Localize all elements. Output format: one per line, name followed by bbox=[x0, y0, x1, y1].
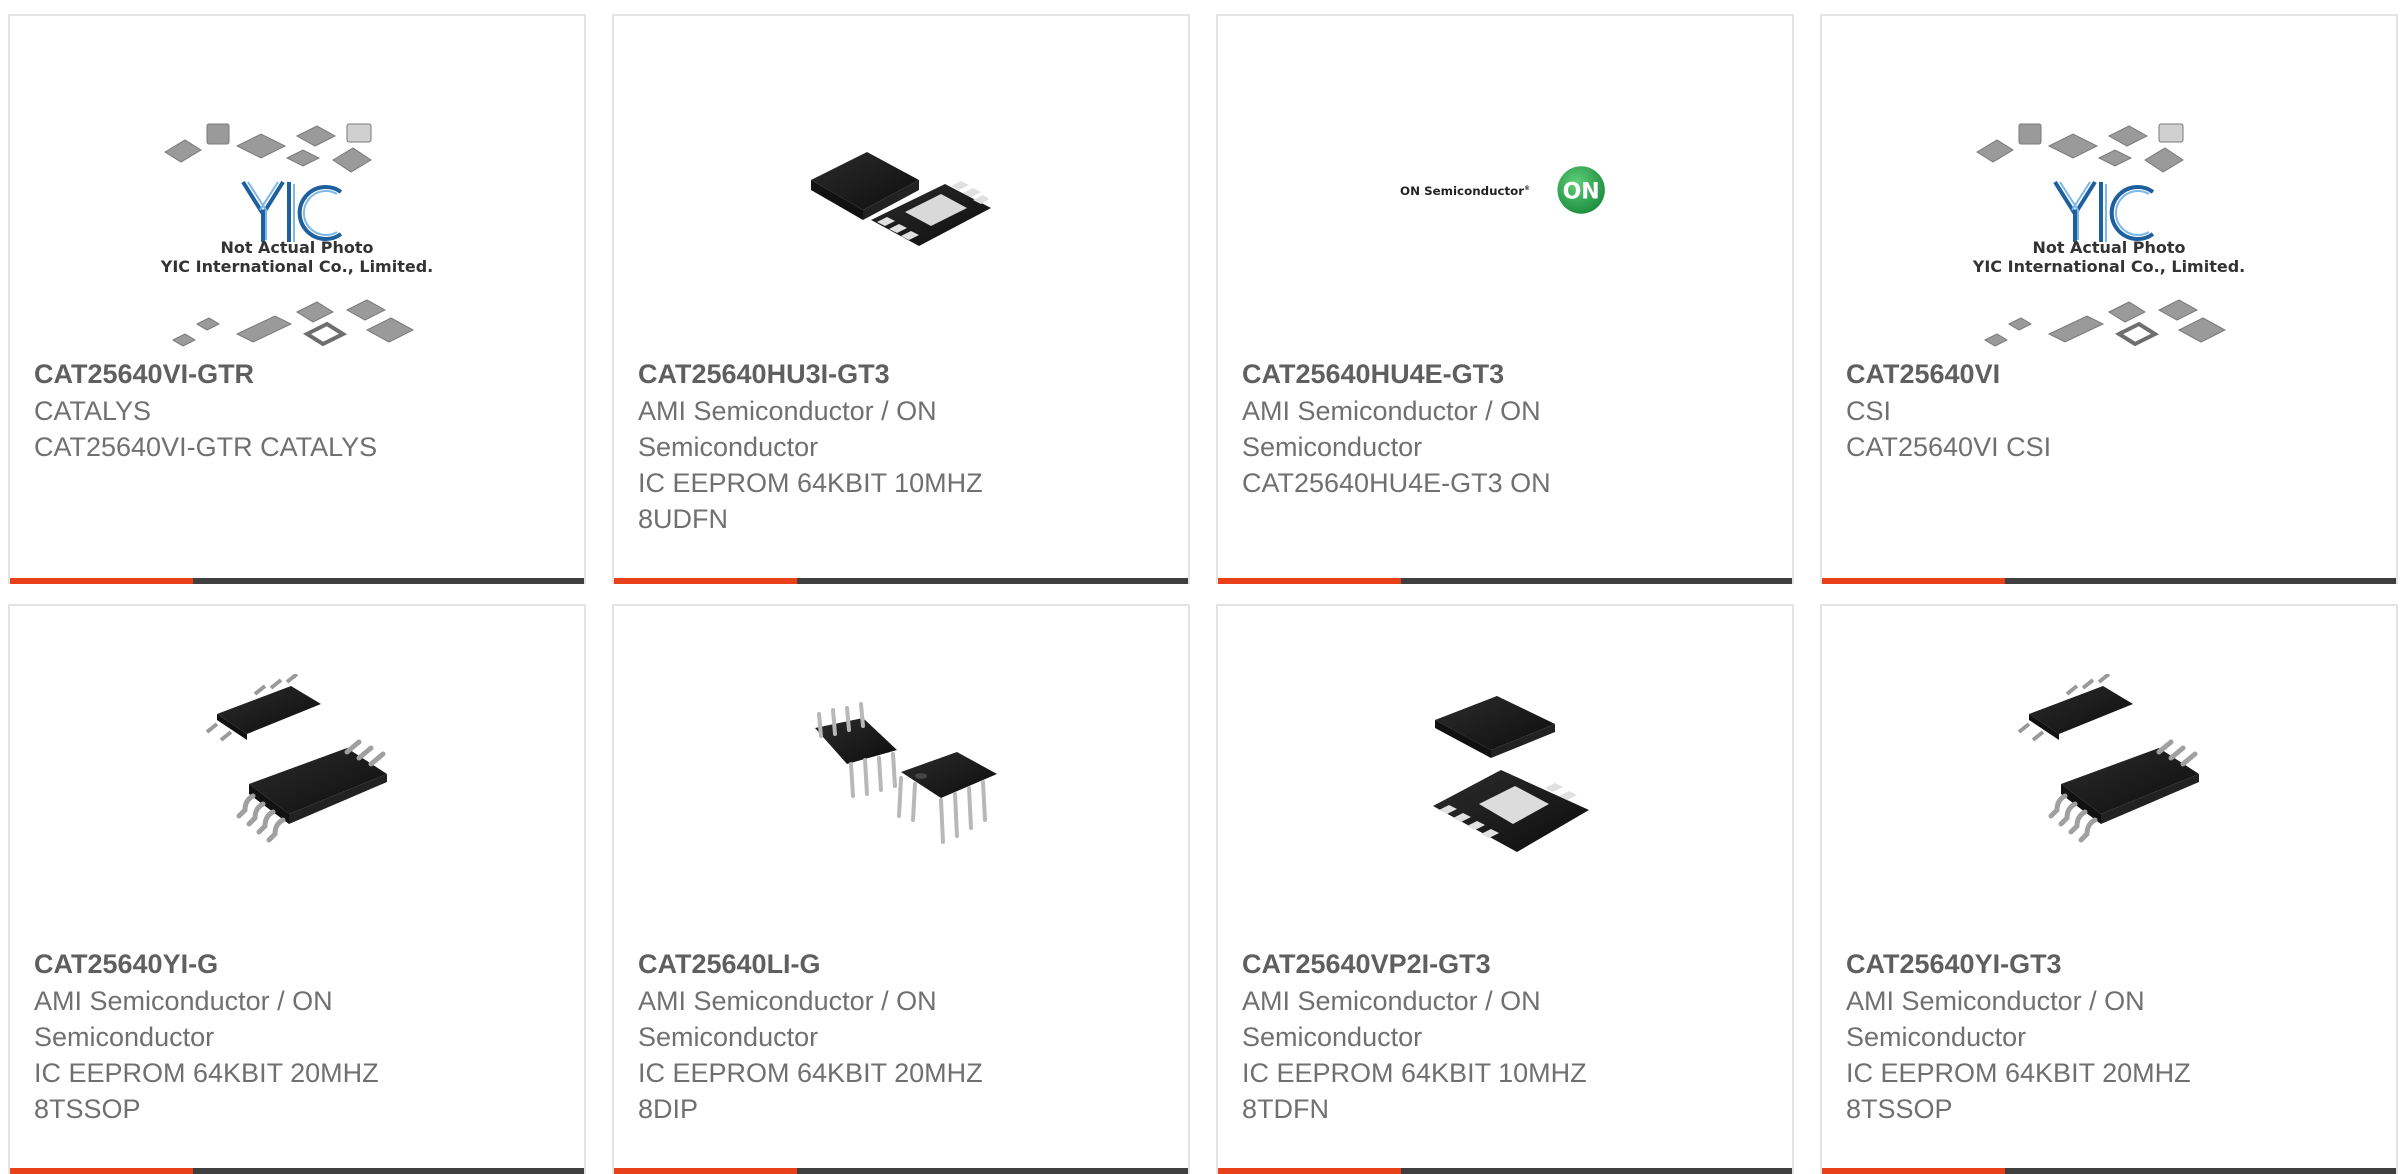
description: CAT25640HU4E-GT3 ON bbox=[1242, 468, 1551, 498]
card-accent-bar bbox=[1218, 578, 1401, 584]
manufacturer: AMI Semiconductor / ON bbox=[638, 396, 937, 426]
product-card[interactable]: CAT25640HU3I-GT3 AMI Semiconductor / ON Se… bbox=[612, 14, 1190, 584]
card-bottom-bar bbox=[1218, 1168, 1792, 1174]
product-card[interactable]: CAT25640YI-GT3 AMI Semiconductor / ON Semi… bbox=[1820, 604, 2398, 1174]
product-info: CAT25640YI-GT3 AMI Semiconductor / ON Semi… bbox=[1846, 946, 2380, 1127]
part-number-link[interactable]: CAT25640HU3I-GT3 bbox=[638, 356, 1172, 393]
card-accent-bar bbox=[10, 578, 193, 584]
placeholder-icon[interactable] bbox=[1969, 102, 2249, 352]
tdfn-chip-icon[interactable] bbox=[1405, 674, 1605, 874]
description: IC EEPROM 64KBIT 20MHZ bbox=[638, 1058, 983, 1088]
product-card[interactable]: Not Actual Photo YIC International Co., L… bbox=[1820, 14, 2398, 584]
manufacturer: CATALYS bbox=[34, 396, 152, 426]
product-card[interactable]: CAT25640HU4E-GT3 AMI Semiconductor / ON Se… bbox=[1216, 14, 1794, 584]
description: IC EEPROM 64KBIT 10MHZ bbox=[1242, 1058, 1587, 1088]
card-bottom-bar bbox=[10, 578, 584, 584]
manufacturer: AMI Semiconductor / ON bbox=[34, 986, 333, 1016]
placeholder-icon[interactable] bbox=[157, 102, 437, 352]
description: IC EEPROM 64KBIT 20MHZ bbox=[1846, 1058, 2191, 1088]
part-number-link[interactable]: CAT25640YI-G bbox=[34, 946, 568, 983]
tssop-chip-icon[interactable] bbox=[2009, 674, 2209, 874]
manufacturer: Semiconductor bbox=[638, 432, 819, 462]
part-number-link[interactable]: CAT25640VI-GTR bbox=[34, 356, 568, 393]
tssop-chip-icon[interactable] bbox=[197, 674, 397, 874]
manufacturer: AMI Semiconductor / ON bbox=[1846, 986, 2145, 1016]
description: 8UDFN bbox=[638, 504, 729, 534]
card-bottom-bar bbox=[614, 578, 1188, 584]
product-info: CAT25640VP2I-GT3 AMI Semiconductor / ON Se… bbox=[1242, 946, 1776, 1127]
manufacturer: Semiconductor bbox=[34, 1022, 215, 1052]
card-accent-bar bbox=[1822, 1168, 2005, 1174]
product-card[interactable]: Not Actual Photo YIC International Co., L… bbox=[8, 14, 586, 584]
product-info: CAT25640HU4E-GT3 AMI Semiconductor / ON Se… bbox=[1242, 356, 1776, 501]
placeholder-line1: Not Actual Photo bbox=[220, 238, 374, 257]
manufacturer: Semiconductor bbox=[1846, 1022, 2027, 1052]
part-number-link[interactable]: CAT25640VP2I-GT3 bbox=[1242, 946, 1776, 983]
product-card[interactable]: CAT25640LI-G AMI Semiconductor / ON Semico… bbox=[612, 604, 1190, 1174]
manufacturer: AMI Semiconductor / ON bbox=[638, 986, 937, 1016]
description: 8TDFN bbox=[1242, 1094, 1329, 1124]
card-accent-bar bbox=[1822, 578, 2005, 584]
product-card[interactable]: CAT25640VP2I-GT3 AMI Semiconductor / ON Se… bbox=[1216, 604, 1794, 1174]
description: CAT25640VI CSI bbox=[1846, 432, 2052, 462]
manufacturer: Semiconductor bbox=[1242, 1022, 1423, 1052]
card-bottom-bar bbox=[1218, 578, 1792, 584]
description: 8DIP bbox=[638, 1094, 699, 1124]
card-bottom-bar bbox=[10, 1168, 584, 1174]
product-info: CAT25640HU3I-GT3 AMI Semiconductor / ON Se… bbox=[638, 356, 1172, 537]
card-accent-bar bbox=[1218, 1168, 1401, 1174]
card-bottom-bar bbox=[1822, 1168, 2396, 1174]
part-number-link[interactable]: CAT25640YI-GT3 bbox=[1846, 946, 2380, 983]
card-bottom-bar bbox=[1822, 578, 2396, 584]
manufacturer: AMI Semiconductor / ON bbox=[1242, 396, 1541, 426]
placeholder-line2: YIC International Co., Limited. bbox=[160, 257, 434, 276]
product-card[interactable]: CAT25640YI-G AMI Semiconductor / ON Semico… bbox=[8, 604, 586, 1174]
placeholder-caption: Not Actual Photo YIC International Co., L… bbox=[1822, 238, 2396, 276]
product-info: CAT25640YI-G AMI Semiconductor / ON Semico… bbox=[34, 946, 568, 1127]
product-info: CAT25640VI CSI CAT25640VI CSI bbox=[1846, 356, 2380, 465]
manufacturer: AMI Semiconductor / ON bbox=[1242, 986, 1541, 1016]
manufacturer: Semiconductor bbox=[638, 1022, 819, 1052]
description: IC EEPROM 64KBIT 10MHZ bbox=[638, 468, 983, 498]
placeholder-line1: Not Actual Photo bbox=[2032, 238, 2186, 257]
placeholder-caption: Not Actual Photo YIC International Co., L… bbox=[10, 238, 584, 276]
manufacturer: Semiconductor bbox=[1242, 432, 1423, 462]
part-number-link[interactable]: CAT25640VI bbox=[1846, 356, 2380, 393]
part-number-link[interactable]: CAT25640HU4E-GT3 bbox=[1242, 356, 1776, 393]
card-bottom-bar bbox=[614, 1168, 1188, 1174]
description: CAT25640VI-GTR CATALYS bbox=[34, 432, 378, 462]
description: 8TSSOP bbox=[1846, 1094, 1953, 1124]
manufacturer: CSI bbox=[1846, 396, 1892, 426]
product-info: CAT25640VI-GTR CATALYS CAT25640VI-GTR CATA… bbox=[34, 356, 568, 465]
placeholder-line2: YIC International Co., Limited. bbox=[1972, 257, 2246, 276]
product-info: CAT25640LI-G AMI Semiconductor / ON Semico… bbox=[638, 946, 1172, 1127]
part-number-link[interactable]: CAT25640LI-G bbox=[638, 946, 1172, 983]
card-accent-bar bbox=[614, 1168, 797, 1174]
description: 8TSSOP bbox=[34, 1094, 141, 1124]
card-accent-bar bbox=[10, 1168, 193, 1174]
dip-chip-icon[interactable] bbox=[801, 674, 1001, 874]
udfn-chip-icon[interactable] bbox=[801, 88, 1001, 288]
description: IC EEPROM 64KBIT 20MHZ bbox=[34, 1058, 379, 1088]
on-semiconductor-logo[interactable] bbox=[1395, 156, 1615, 224]
card-accent-bar bbox=[614, 578, 797, 584]
